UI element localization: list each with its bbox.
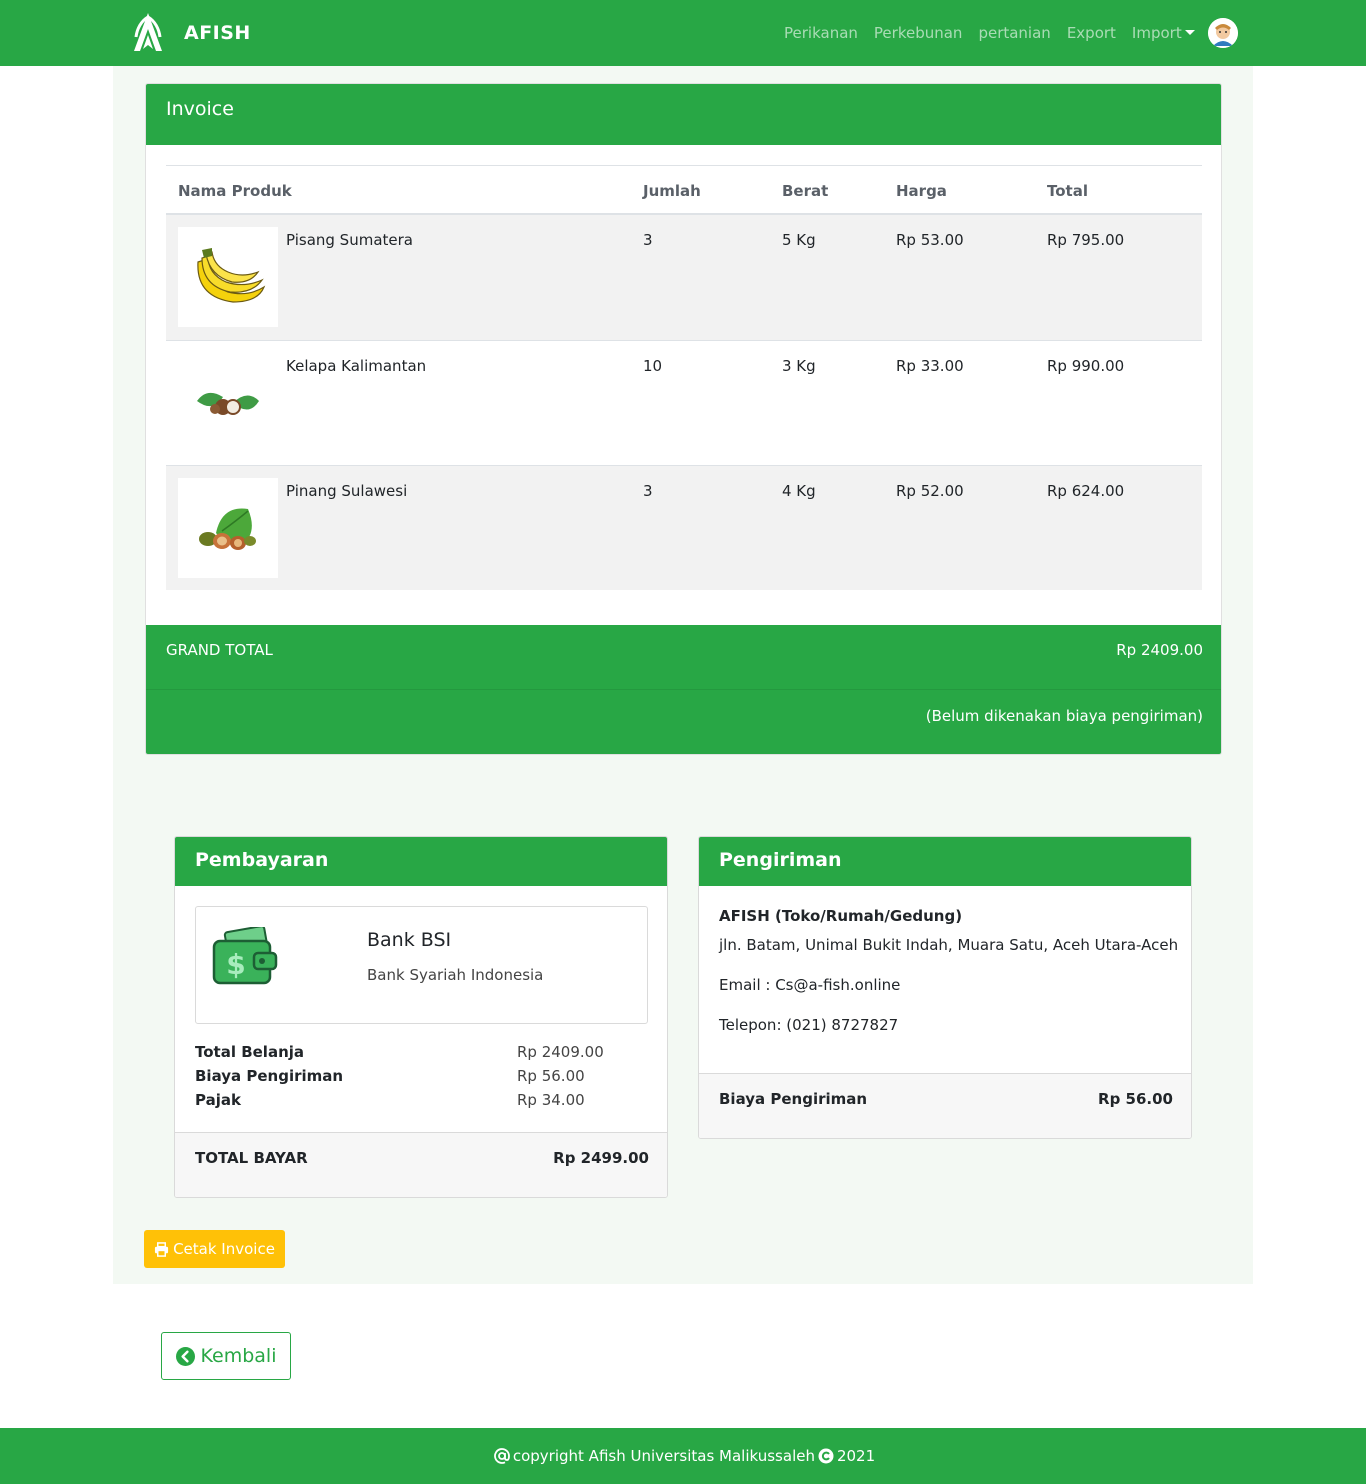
product-name: Pisang Sumatera — [286, 231, 413, 249]
product-price: Rp 33.00 — [896, 357, 964, 375]
invoice-title: Invoice — [146, 84, 1221, 145]
svg-text:$: $ — [226, 948, 245, 981]
nav-link-pertanian[interactable]: pertanian — [978, 24, 1050, 42]
col-header-price: Harga — [896, 182, 947, 200]
product-weight: 5 Kg — [782, 231, 816, 249]
col-header-total: Total — [1047, 182, 1088, 200]
shipping-title: Pengiriman — [699, 837, 1191, 886]
product-name: Kelapa Kalimantan — [286, 357, 427, 375]
banana-image — [178, 227, 278, 327]
user-avatar[interactable] — [1208, 18, 1238, 48]
shipping-note: (Belum dikenakan biaya pengiriman) — [925, 707, 1203, 725]
col-header-product: Nama Produk — [178, 182, 292, 200]
product-price: Rp 53.00 — [896, 231, 964, 249]
grand-total-section: GRAND TOTAL Rp 2409.00 (Belum dikenakan … — [146, 625, 1221, 754]
back-label: Kembali — [200, 1345, 277, 1367]
total-pay-label: TOTAL BAYAR — [195, 1149, 308, 1167]
summary-row: Pajak Rp 34.00 — [195, 1091, 648, 1115]
wallet-money-icon: $ — [212, 927, 278, 985]
summary-value: Rp 56.00 — [517, 1067, 585, 1085]
footer: copyright Afish Universitas Malikussaleh… — [0, 1428, 1366, 1484]
summary-label: Biaya Pengiriman — [195, 1067, 344, 1085]
product-price: Rp 52.00 — [896, 482, 964, 500]
shipping-fee-row: Biaya Pengiriman Rp 56.00 — [699, 1073, 1191, 1138]
col-header-weight: Berat — [782, 182, 829, 200]
table-row: Pisang Sumatera 3 5 Kg Rp 53.00 Rp 795.0… — [166, 215, 1202, 340]
grand-total-label: GRAND TOTAL — [166, 641, 273, 659]
product-total: Rp 624.00 — [1047, 482, 1125, 500]
nav-link-perikanan[interactable]: Perikanan — [784, 24, 858, 42]
back-button[interactable]: Kembali — [161, 1332, 291, 1380]
product-weight: 4 Kg — [782, 482, 816, 500]
copyright-icon — [818, 1448, 834, 1464]
summary-label: Total Belanja — [195, 1043, 305, 1061]
bank-box: $ Bank BSI Bank Syariah Indonesia — [195, 906, 648, 1024]
summary-label: Pajak — [195, 1091, 241, 1109]
brand-name: AFISH — [184, 22, 251, 44]
printer-icon — [155, 1241, 169, 1257]
payment-card: Pembayaran $ Bank BSI Bank Syariah Indon… — [174, 836, 668, 1198]
bank-name: Bank BSI — [367, 929, 452, 951]
nav-link-perkebunan[interactable]: Perkebunan — [874, 24, 963, 42]
grand-total-value: Rp 2409.00 — [1116, 641, 1203, 659]
print-invoice-button[interactable]: Cetak Invoice — [144, 1230, 285, 1268]
product-weight: 3 Kg — [782, 357, 816, 375]
total-pay-value: Rp 2499.00 — [553, 1149, 649, 1167]
summary-value: Rp 34.00 — [517, 1091, 585, 1109]
shipping-address: jln. Batam, Unimal Bukit Indah, Muara Sa… — [719, 936, 1179, 954]
invoice-card: Invoice Nama Produk Jumlah Berat Harga T… — [145, 83, 1222, 755]
coconut-image — [178, 353, 278, 453]
areca-nut-image — [178, 478, 278, 578]
product-name: Pinang Sulawesi — [286, 482, 408, 500]
product-total: Rp 990.00 — [1047, 357, 1125, 375]
at-sign-icon — [493, 1448, 510, 1464]
print-invoice-label: Cetak Invoice — [173, 1240, 275, 1258]
shipping-fee-value: Rp 56.00 — [1098, 1090, 1173, 1108]
shipping-phone: Telepon: (021) 8727827 — [719, 1016, 899, 1034]
table-header-row: Nama Produk Jumlah Berat Harga Total — [166, 165, 1202, 215]
product-qty: 3 — [643, 231, 653, 249]
col-header-qty: Jumlah — [643, 182, 701, 200]
shipping-card: Pengiriman AFISH (Toko/Rumah/Gedung) jln… — [698, 836, 1192, 1139]
user-dropdown-caret-icon[interactable] — [1185, 30, 1195, 35]
summary-row: Total Belanja Rp 2409.00 — [195, 1043, 648, 1067]
shipping-company: AFISH (Toko/Rumah/Gedung) — [719, 907, 963, 925]
nav-link-export[interactable]: Export — [1067, 24, 1116, 42]
product-qty: 10 — [643, 357, 663, 375]
invoice-table: Nama Produk Jumlah Berat Harga Total Pis… — [166, 165, 1202, 590]
product-qty: 3 — [643, 482, 653, 500]
footer-year: 2021 — [836, 1447, 876, 1465]
brand[interactable]: AFISH — [131, 11, 250, 53]
nav-links: Perikanan Perkebunan pertanian Export Im… — [784, 24, 1198, 42]
summary-row: Biaya Pengiriman Rp 56.00 — [195, 1067, 648, 1091]
afish-logo-icon — [134, 13, 162, 51]
bank-description: Bank Syariah Indonesia — [367, 966, 544, 984]
grand-total-row: GRAND TOTAL Rp 2409.00 — [146, 625, 1221, 690]
shipping-email: Email : Cs@a-fish.online — [719, 976, 901, 994]
nav-link-import[interactable]: Import — [1132, 24, 1182, 42]
navbar: AFISH Perikanan Perkebunan pertanian Exp… — [0, 0, 1366, 66]
payment-title: Pembayaran — [175, 837, 667, 886]
total-pay-row: TOTAL BAYAR Rp 2499.00 — [175, 1132, 667, 1197]
footer-text: copyright Afish Universitas Malikussaleh — [512, 1447, 815, 1465]
product-total: Rp 795.00 — [1047, 231, 1125, 249]
summary-value: Rp 2409.00 — [517, 1043, 604, 1061]
chevron-left-circle-icon — [175, 1346, 195, 1366]
avatar-icon — [1208, 18, 1238, 48]
shipping-fee-label: Biaya Pengiriman — [719, 1090, 868, 1108]
table-row: Pinang Sulawesi 3 4 Kg Rp 52.00 Rp 624.0… — [166, 465, 1202, 590]
table-row: Kelapa Kalimantan 10 3 Kg Rp 33.00 Rp 99… — [166, 340, 1202, 465]
